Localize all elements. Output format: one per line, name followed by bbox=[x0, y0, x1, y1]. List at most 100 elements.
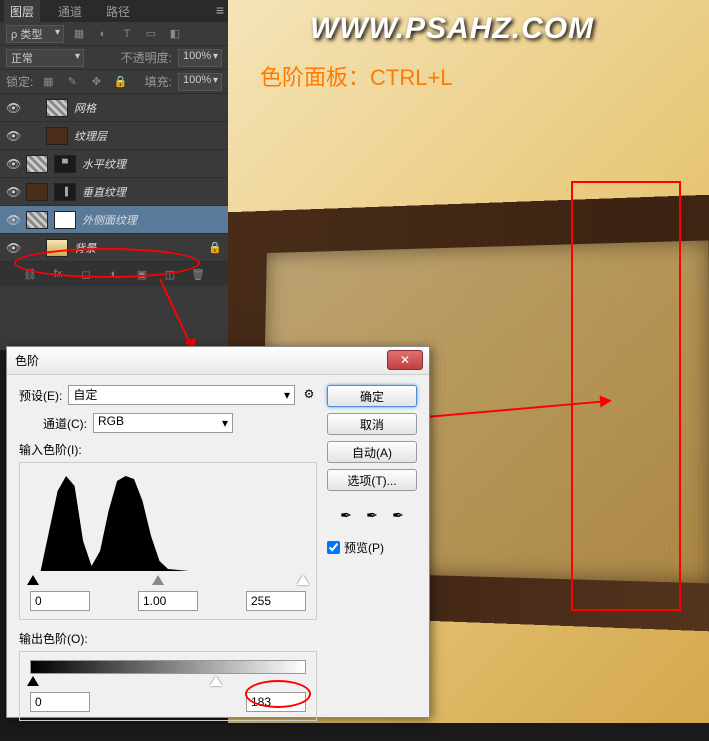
filter-image-icon[interactable]: ▦ bbox=[70, 25, 88, 43]
input-white-field[interactable] bbox=[246, 591, 306, 611]
opacity-label: 不透明度: bbox=[121, 49, 172, 66]
input-slider[interactable] bbox=[30, 575, 306, 587]
filter-smart-icon[interactable]: ◧ bbox=[166, 25, 184, 43]
tab-layers[interactable]: 图层 bbox=[4, 0, 40, 23]
layer-thumb[interactable] bbox=[46, 99, 68, 117]
preset-label: 预设(E): bbox=[19, 387, 62, 404]
lock-icon[interactable]: 🔒 bbox=[208, 241, 222, 254]
options-button[interactable]: 选项(T)... bbox=[327, 469, 417, 491]
layer-row[interactable]: 👁 网格 bbox=[0, 94, 228, 122]
layer-thumb[interactable] bbox=[26, 155, 48, 173]
layer-mask-thumb[interactable] bbox=[54, 211, 76, 229]
lock-row: 锁定: ▦ ✎ ✥ 🔒 填充: 100% bbox=[0, 70, 228, 94]
channel-label: 通道(C): bbox=[43, 415, 87, 432]
out-black-slider[interactable] bbox=[27, 676, 39, 686]
layer-row-selected[interactable]: 👁 外侧面纹理 bbox=[0, 206, 228, 234]
opacity-value[interactable]: 100% bbox=[178, 49, 222, 67]
fill-label: 填充: bbox=[145, 73, 172, 90]
layer-row[interactable]: 👁 背景 🔒 bbox=[0, 234, 228, 262]
out-white-slider[interactable] bbox=[210, 676, 222, 686]
layer-name[interactable]: 水平纹理 bbox=[82, 156, 126, 172]
input-gamma-field[interactable] bbox=[138, 591, 198, 611]
new-layer-icon[interactable]: ◫ bbox=[161, 265, 179, 283]
input-black-field[interactable] bbox=[30, 591, 90, 611]
filter-adjust-icon[interactable]: ◐ bbox=[94, 25, 112, 43]
output-levels-group bbox=[19, 651, 317, 721]
mask-icon[interactable]: ◻ bbox=[77, 265, 95, 283]
filter-type-select[interactable]: ρ 类型 bbox=[6, 25, 64, 43]
eye-icon[interactable]: 👁 bbox=[6, 185, 20, 199]
blend-mode-select[interactable]: 正常 bbox=[6, 49, 84, 67]
layers-panel: 图层 通道 路径 ≡ ρ 类型 ▦ ◐ T ▭ ◧ 正常 不透明度: 100% … bbox=[0, 0, 228, 350]
panel-footer: ⛓ fx ◻ ◐ ▣ ◫ 🗑 bbox=[0, 262, 228, 286]
layer-name[interactable]: 垂直纹理 bbox=[82, 184, 126, 200]
preset-select[interactable]: 自定 bbox=[68, 385, 295, 405]
layer-row[interactable]: 👁 纹理层 bbox=[0, 122, 228, 150]
preview-checkbox[interactable] bbox=[327, 541, 340, 554]
layer-thumb[interactable] bbox=[26, 183, 48, 201]
eyedropper-white-icon[interactable]: ✒ bbox=[388, 507, 408, 527]
cancel-button[interactable]: 取消 bbox=[327, 413, 417, 435]
eye-icon[interactable]: 👁 bbox=[6, 241, 20, 255]
layer-thumb[interactable] bbox=[26, 211, 48, 229]
histogram bbox=[30, 471, 306, 571]
levels-dialog: 色阶 ✕ 预设(E): 自定 ⚙ 通道(C): RGB 输入色阶(I): bbox=[6, 346, 430, 718]
layer-name[interactable]: 纹理层 bbox=[74, 128, 107, 144]
filter-row: ρ 类型 ▦ ◐ T ▭ ◧ bbox=[0, 22, 228, 46]
output-white-field[interactable] bbox=[246, 692, 306, 712]
close-button[interactable]: ✕ bbox=[387, 350, 423, 370]
output-slider[interactable] bbox=[30, 676, 306, 688]
auto-button[interactable]: 自动(A) bbox=[327, 441, 417, 463]
layer-thumb[interactable] bbox=[46, 127, 68, 145]
adjust-icon[interactable]: ◐ bbox=[105, 265, 123, 283]
layer-name[interactable]: 网格 bbox=[74, 100, 96, 116]
black-point-slider[interactable] bbox=[27, 575, 39, 585]
layer-row[interactable]: 👁 ▀ 水平纹理 bbox=[0, 150, 228, 178]
output-gradient bbox=[30, 660, 306, 674]
lock-paint-icon[interactable]: ✎ bbox=[63, 73, 81, 91]
white-point-slider[interactable] bbox=[297, 575, 309, 585]
layer-mask-thumb[interactable]: ▀ bbox=[54, 155, 76, 173]
output-black-field[interactable] bbox=[30, 692, 90, 712]
panel-tabbar: 图层 通道 路径 ≡ bbox=[0, 0, 228, 22]
blend-row: 正常 不透明度: 100% bbox=[0, 46, 228, 70]
eye-icon[interactable]: 👁 bbox=[6, 157, 20, 171]
preview-checkbox-row[interactable]: 预览(P) bbox=[327, 539, 417, 556]
filter-text-icon[interactable]: T bbox=[118, 25, 136, 43]
gear-icon[interactable]: ⚙ bbox=[301, 387, 317, 403]
layer-name[interactable]: 背景 bbox=[74, 240, 96, 256]
arrow-head bbox=[599, 394, 612, 407]
fx-icon[interactable]: fx bbox=[49, 265, 67, 283]
layer-thumb[interactable] bbox=[46, 239, 68, 257]
eyedropper-black-icon[interactable]: ✒ bbox=[336, 507, 356, 527]
layer-row[interactable]: 👁 ▐ 垂直纹理 bbox=[0, 178, 228, 206]
lock-move-icon[interactable]: ✥ bbox=[87, 73, 105, 91]
eye-icon[interactable]: 👁 bbox=[6, 129, 20, 143]
filter-shape-icon[interactable]: ▭ bbox=[142, 25, 160, 43]
lock-label: 锁定: bbox=[6, 73, 33, 90]
lock-all-icon[interactable]: 🔒 bbox=[111, 73, 129, 91]
layer-mask-thumb[interactable]: ▐ bbox=[54, 183, 76, 201]
panel-menu-icon[interactable]: ≡ bbox=[216, 2, 224, 18]
dialog-title: 色阶 bbox=[15, 352, 39, 369]
layer-name[interactable]: 外侧面纹理 bbox=[82, 212, 137, 228]
eyedropper-group: ✒ ✒ ✒ bbox=[327, 507, 417, 527]
group-icon[interactable]: ▣ bbox=[133, 265, 151, 283]
ok-button[interactable]: 确定 bbox=[327, 385, 417, 407]
gamma-slider[interactable] bbox=[152, 575, 164, 585]
preview-label: 预览(P) bbox=[344, 539, 384, 556]
trash-icon[interactable]: 🗑 bbox=[189, 265, 207, 283]
tab-channels[interactable]: 通道 bbox=[52, 0, 88, 23]
eyedropper-gray-icon[interactable]: ✒ bbox=[362, 507, 382, 527]
eye-icon[interactable]: 👁 bbox=[6, 213, 20, 227]
tab-paths[interactable]: 路径 bbox=[100, 0, 136, 23]
channel-select[interactable]: RGB bbox=[93, 413, 233, 433]
layers-list: 👁 网格 👁 纹理层 👁 ▀ 水平纹理 👁 ▐ 垂直纹理 👁 外侧面纹理 bbox=[0, 94, 228, 262]
eye-icon[interactable]: 👁 bbox=[6, 101, 20, 115]
fill-value[interactable]: 100% bbox=[178, 73, 222, 91]
input-levels-label: 输入色阶(I): bbox=[19, 441, 317, 458]
link-icon[interactable]: ⛓ bbox=[21, 265, 39, 283]
dialog-titlebar[interactable]: 色阶 ✕ bbox=[7, 347, 429, 375]
lock-trans-icon[interactable]: ▦ bbox=[39, 73, 57, 91]
watermark-text: WWW.PSAHZ.COM bbox=[310, 12, 594, 46]
